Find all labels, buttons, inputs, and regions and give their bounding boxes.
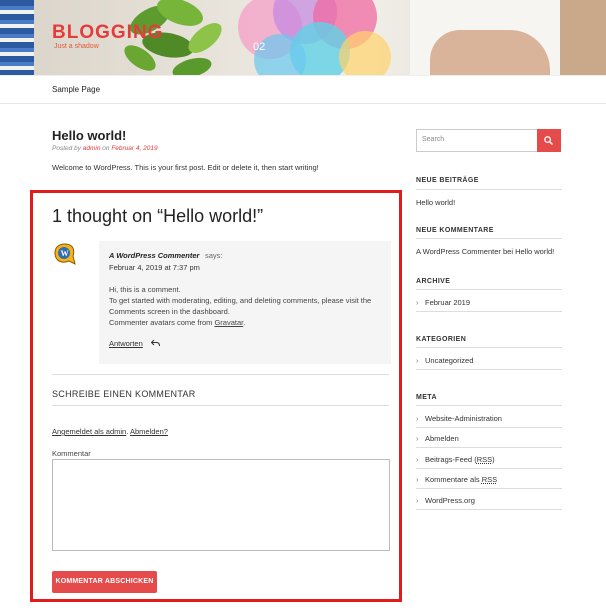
form-title-divider — [52, 405, 389, 406]
search-form: Search — [416, 129, 561, 152]
comment-item: A WordPress Commenter says: Februar 4, 2… — [99, 241, 391, 364]
meta-item-label[interactable]: WordPress.org — [425, 496, 475, 505]
archive-item-label[interactable]: Februar 2019 — [425, 298, 470, 307]
nav-item-sample-page[interactable]: Sample Page — [52, 85, 100, 94]
comment-author: A WordPress Commenter — [109, 251, 200, 260]
main-navigation: Sample Page — [0, 75, 606, 104]
recent-comment-item[interactable]: A WordPress Commenter bei Hello world! — [416, 247, 554, 256]
comment-field-label: Kommentar — [52, 449, 91, 458]
svg-text:02: 02 — [253, 41, 265, 53]
wordpress-avatar-icon: W — [54, 243, 76, 265]
widget-title-categories: KATEGORIEN — [416, 336, 467, 343]
post-meta: Posted by admin on Februar 4, 2019 — [52, 145, 158, 152]
list-divider — [416, 427, 562, 428]
widget-title-meta: META — [416, 394, 437, 401]
category-item-label[interactable]: Uncategorized — [425, 356, 473, 365]
meta-item-label[interactable]: Abmelden — [425, 434, 459, 443]
meta-item-logout[interactable]: › Abmelden — [416, 434, 459, 443]
submit-comment-button[interactable]: KOMMENTAR ABSCHICKEN — [52, 571, 157, 593]
header-hand-graphic — [430, 30, 550, 75]
header-notebook-graphic — [0, 0, 34, 75]
archive-item[interactable]: › Februar 2019 — [416, 298, 470, 307]
list-divider — [416, 468, 562, 469]
list-divider — [416, 311, 562, 312]
comment-says: says: — [205, 251, 223, 260]
post-date-link[interactable]: Februar 4, 2019 — [111, 145, 157, 152]
recent-post-link[interactable]: Hello world! — [416, 198, 455, 207]
post-title[interactable]: Hello world! — [52, 128, 126, 143]
post-meta-on: on — [102, 145, 110, 152]
post-author-link[interactable]: admin — [83, 145, 101, 152]
rss-abbr: RSS — [476, 455, 493, 464]
meta-item-posts-feed[interactable]: › Beitrags-Feed (RSS) — [416, 455, 495, 464]
bullet-icon: › — [416, 496, 419, 505]
rss-abbr: RSS — [481, 475, 498, 484]
widget-divider — [416, 405, 562, 406]
widget-title-recent-comments: NEUE KOMMENTARE — [416, 227, 494, 234]
meta-item-label[interactable]: Kommentare als — [425, 475, 480, 484]
bullet-icon: › — [416, 298, 419, 307]
site-description: Just a shadow — [54, 43, 99, 50]
svg-text:W: W — [61, 249, 69, 258]
reply-link[interactable]: Antworten — [109, 339, 143, 348]
comment-body: Hi, this is a comment. To get started wi… — [109, 284, 384, 328]
comment-line-2: To get started with moderating, editing,… — [109, 296, 372, 316]
bullet-icon: › — [416, 356, 419, 365]
logged-in-as-link[interactable]: Angemeldet als admin — [52, 427, 126, 436]
post-meta-prefix: Posted by — [52, 145, 81, 152]
post-content: Welcome to WordPress. This is your first… — [52, 163, 319, 172]
search-input[interactable]: Search — [422, 136, 444, 143]
comments-title: 1 thought on “Hello world!” — [52, 206, 264, 226]
widget-divider — [416, 289, 562, 290]
search-icon — [544, 136, 553, 145]
bullet-icon: › — [416, 475, 419, 484]
site-title[interactable]: BLOGGING — [52, 22, 163, 44]
meta-item-label[interactable]: Website-Administration — [425, 414, 502, 423]
category-item[interactable]: › Uncategorized — [416, 356, 473, 365]
comment-date-link[interactable]: Februar 4, 2019 at 7:37 pm — [109, 263, 200, 272]
meta-item-label[interactable]: Beitrags-Feed — [425, 455, 472, 464]
search-button[interactable] — [537, 129, 561, 152]
widget-divider — [416, 347, 562, 348]
widget-title-recent-posts: NEUE BEITRÄGE — [416, 177, 479, 184]
widget-divider — [416, 189, 562, 190]
widget-divider — [416, 238, 562, 239]
logged-in-notice: Angemeldet als admin. Abmelden? — [52, 427, 168, 436]
list-divider — [416, 488, 562, 489]
comment-textarea[interactable] — [52, 459, 390, 551]
logged-in-separator: . — [126, 427, 129, 436]
gravatar-link[interactable]: Gravatar — [214, 318, 243, 327]
list-divider — [416, 447, 562, 448]
header-book-graphic — [560, 0, 606, 75]
list-divider — [416, 509, 562, 510]
comment-line-1: Hi, this is a comment. — [109, 285, 181, 294]
comment-line-3: Commenter avatars come from Gravatar. — [109, 317, 384, 328]
list-divider — [416, 369, 562, 370]
bullet-icon: › — [416, 455, 419, 464]
site-header: 02 BLOGGING Just a shadow — [0, 0, 606, 75]
meta-item-site-admin[interactable]: › Website-Administration — [416, 414, 502, 423]
meta-item-comments-feed[interactable]: › Kommentare als RSS — [416, 475, 497, 484]
reply-arrow-icon[interactable] — [150, 339, 160, 349]
comments-divider — [52, 374, 389, 375]
comment-form-title: SCHREIBE EINEN KOMMENTAR — [52, 389, 196, 399]
bullet-icon: › — [416, 414, 419, 423]
logout-link[interactable]: Abmelden? — [130, 427, 168, 436]
meta-item-wordpress-org[interactable]: › WordPress.org — [416, 496, 475, 505]
widget-title-archives: ARCHIVE — [416, 278, 451, 285]
color-circles-graphic: 02 — [238, 0, 391, 75]
comment-line-3-suffix: . — [243, 318, 246, 327]
bullet-icon: › — [416, 434, 419, 443]
comment-line-3-prefix: Commenter avatars come from — [109, 318, 213, 327]
